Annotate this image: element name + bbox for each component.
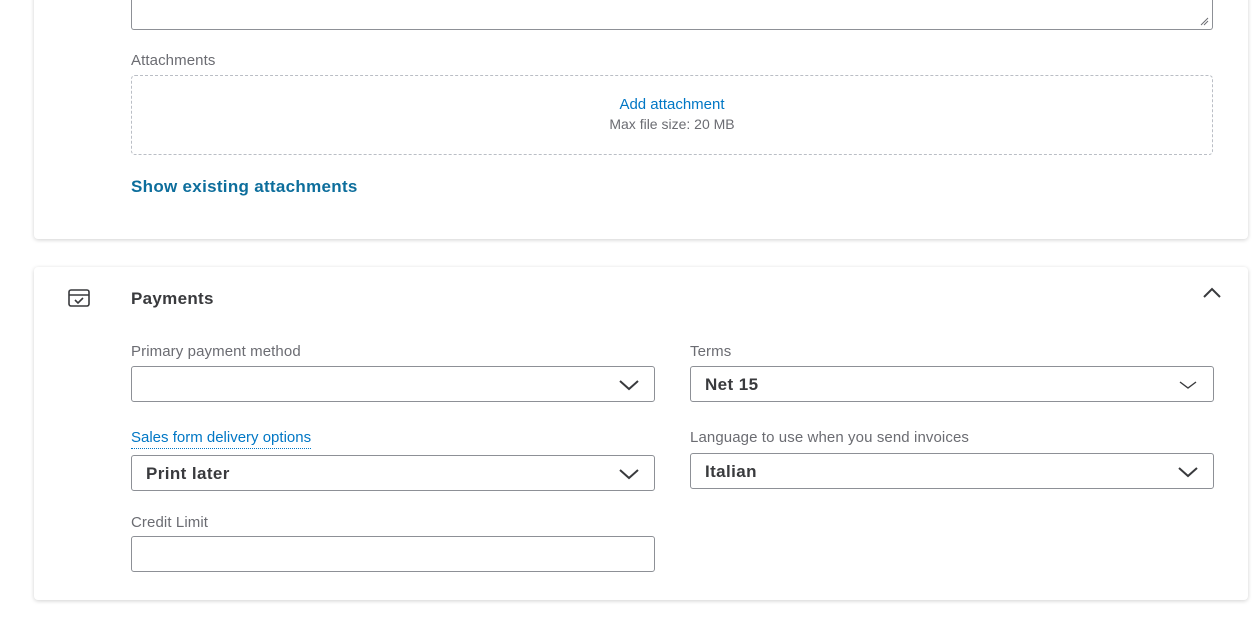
primary-payment-method-label: Primary payment method — [131, 343, 301, 360]
sales-form-delivery-select[interactable]: Print later — [131, 455, 655, 491]
payments-card: Payments Primary payment method Terms Ne… — [34, 267, 1248, 600]
payments-section-title: Payments — [131, 289, 214, 308]
chevron-down-icon — [619, 469, 639, 480]
invoice-language-select[interactable]: Italian — [690, 453, 1214, 489]
terms-label: Terms — [690, 343, 732, 360]
sales-form-delivery-value: Print later — [146, 464, 230, 483]
attachment-dropzone[interactable]: Add attachment Max file size: 20 MB — [131, 75, 1213, 155]
add-attachment-link[interactable]: Add attachment — [132, 96, 1212, 113]
credit-limit-input[interactable] — [131, 536, 655, 572]
invoice-language-value: Italian — [705, 462, 757, 481]
invoice-language-label: Language to use when you send invoices — [690, 429, 969, 446]
payment-card-icon — [68, 289, 90, 307]
show-existing-attachments-link[interactable]: Show existing attachments — [131, 177, 358, 197]
credit-limit-label: Credit Limit — [131, 514, 209, 531]
attachments-label: Attachments — [131, 52, 216, 69]
chevron-down-icon — [1179, 381, 1197, 389]
notes-textarea[interactable] — [131, 0, 1213, 30]
max-file-size-hint: Max file size: 20 MB — [609, 116, 735, 132]
page: Attachments Add attachment Max file size… — [0, 0, 1257, 618]
terms-value: Net 15 — [705, 375, 759, 394]
chevron-down-icon — [1178, 467, 1198, 478]
sales-form-delivery-options-label[interactable]: Sales form delivery options — [131, 429, 312, 449]
chevron-down-icon — [619, 380, 639, 391]
chevron-up-icon[interactable] — [1202, 286, 1222, 300]
resize-grip-icon[interactable] — [1200, 17, 1209, 26]
primary-payment-method-select[interactable] — [131, 366, 655, 402]
notes-attachments-card: Attachments Add attachment Max file size… — [34, 0, 1248, 239]
terms-select[interactable]: Net 15 — [690, 366, 1214, 402]
